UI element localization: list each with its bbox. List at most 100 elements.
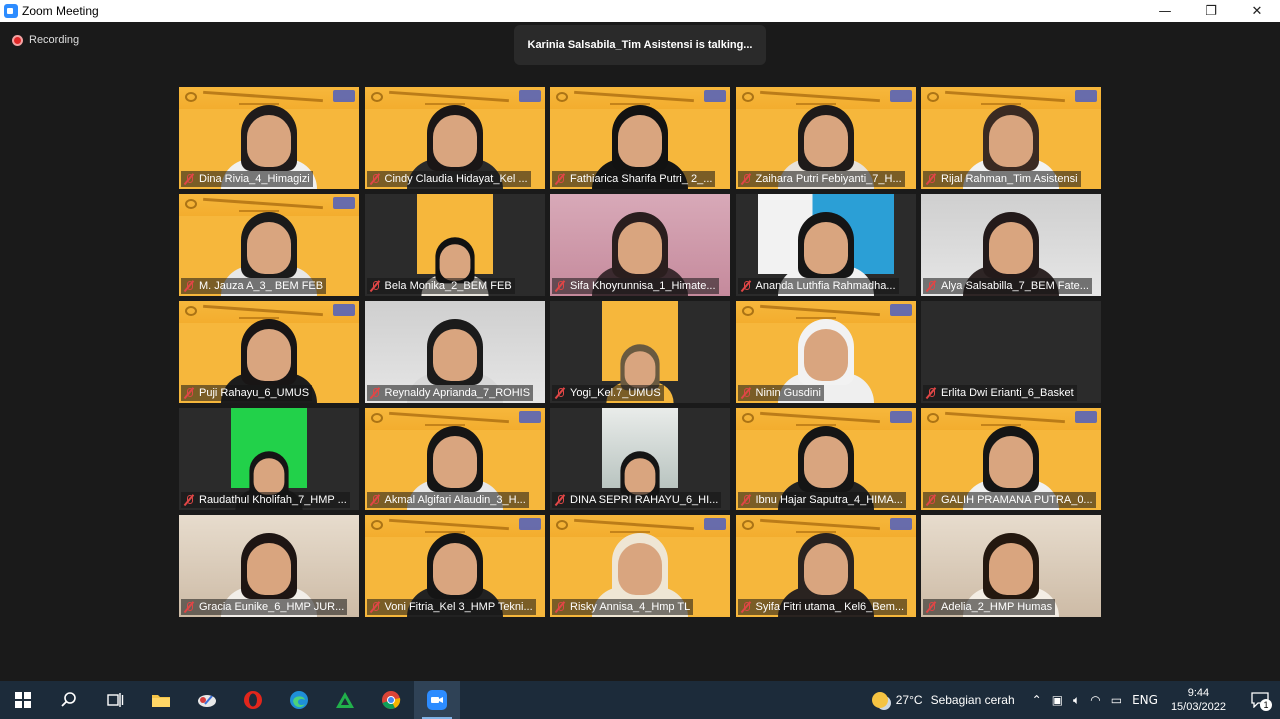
- participant-tile[interactable]: Sifa Khoyrunnisa_1_Himate...: [550, 194, 730, 296]
- participant-tile[interactable]: Dina Rivia_4_Himagizi: [179, 87, 359, 189]
- file-explorer-button[interactable]: [138, 681, 184, 719]
- recording-label: Recording: [29, 34, 80, 46]
- participant-name: Reynaldy Aprianda_7_ROHIS: [384, 387, 531, 399]
- folder-icon: [152, 695, 170, 707]
- participant-tile[interactable]: M. Jauza A_3_ BEM FEB: [179, 194, 359, 296]
- clock-date: 15/03/2022: [1170, 701, 1226, 713]
- participant-name-label: Bela Monika_2_BEM FEB: [366, 278, 515, 294]
- muted-mic-icon: [555, 494, 565, 506]
- muted-mic-icon: [555, 601, 565, 613]
- participant-tile[interactable]: Erlita Dwi Erianti_6_Basket: [921, 301, 1101, 403]
- zoom-app-icon: [4, 4, 18, 18]
- window-title: Zoom Meeting: [22, 4, 99, 18]
- search-icon: [61, 692, 76, 707]
- participant-name: Yogi_Kel.7_UMUS: [570, 387, 661, 399]
- participant-tile[interactable]: Akmal Algifari Alaudin_3_H...: [364, 408, 545, 510]
- search-button[interactable]: [46, 681, 92, 719]
- participant-name: Syifa Fitri utama_ Kel6_Bem...: [755, 601, 905, 613]
- participant-tile[interactable]: Rijal Rahman_Tim Asistensi: [921, 87, 1101, 189]
- participant-tile[interactable]: Ananda Luthfia Rahmadha...: [735, 194, 916, 296]
- clock[interactable]: 9:44 15/03/2022: [1171, 686, 1226, 714]
- participant-name-label: Adelia_2_HMP Humas: [923, 599, 1056, 615]
- task-view-button[interactable]: [92, 681, 138, 719]
- participant-name-label: Erlita Dwi Erianti_6_Basket: [923, 385, 1077, 401]
- muted-mic-icon: [926, 387, 936, 399]
- participant-tile[interactable]: DINA SEPRI RAHAYU_6_HI...: [550, 408, 730, 510]
- participant-name: Adelia_2_HMP Humas: [941, 601, 1053, 613]
- participant-tile[interactable]: Yogi_Kel.7_UMUS: [550, 301, 730, 403]
- display-icon[interactable]: ▭: [1111, 693, 1122, 707]
- participant-tile[interactable]: Gracia Eunike_6_HMP JUR...: [179, 515, 359, 617]
- chrome-button[interactable]: [368, 681, 414, 719]
- muted-mic-icon: [370, 601, 380, 613]
- participant-gallery: Dina Rivia_4_Himagizi Cindy Claudia Hiday…: [179, 87, 1101, 617]
- weather-widget[interactable]: 27°C Sebagian cerah: [871, 692, 1015, 708]
- participant-name-label: Puji Rahayu_6_UMUS: [181, 385, 313, 401]
- participant-name: Cindy Claudia Hidayat_Kel ...: [384, 173, 528, 185]
- system-tray: 27°C Sebagian cerah ⌃ ▣ 🔈︎ ◠ ▭ ENG 9:44 …: [871, 681, 1280, 719]
- participant-tile[interactable]: Ibnu Hajar Saputra_4_HIMA...: [735, 408, 916, 510]
- chevron-up-icon[interactable]: ⌃: [1032, 693, 1042, 707]
- muted-mic-icon: [555, 173, 565, 185]
- recording-dot-icon: [12, 34, 23, 46]
- participant-tile[interactable]: Puji Rahayu_6_UMUS: [179, 301, 359, 403]
- participant-name: Raudathul Kholifah_7_HMP ...: [199, 494, 347, 506]
- participant-name: Fathiarica Sharifa Putri_ 2_...: [570, 173, 713, 185]
- close-button[interactable]: ✕: [1234, 0, 1280, 22]
- participant-name-label: Voni Fitria_Kel 3_HMP Tekni...: [366, 599, 536, 615]
- restore-button[interactable]: ❐: [1188, 0, 1234, 22]
- speaker-icon[interactable]: 🔈︎: [1073, 693, 1080, 708]
- participant-name-label: Zaihara Putri Febiyanti_7_H...: [737, 171, 905, 187]
- green-app-button[interactable]: [322, 681, 368, 719]
- participant-name: Gracia Eunike_6_HMP JUR...: [199, 601, 345, 613]
- participant-name-label: GALIH PRAMANA PUTRA_0...: [923, 492, 1096, 508]
- participant-name: GALIH PRAMANA PUTRA_0...: [941, 494, 1093, 506]
- notification-center-button[interactable]: 1: [1240, 681, 1280, 719]
- participant-name: Erlita Dwi Erianti_6_Basket: [941, 387, 1074, 399]
- start-button[interactable]: [0, 681, 46, 719]
- participant-tile[interactable]: Voni Fitria_Kel 3_HMP Tekni...: [364, 515, 545, 617]
- participant-tile[interactable]: Raudathul Kholifah_7_HMP ...: [179, 408, 359, 510]
- participant-name: Risky Annisa_4_Hmp TL: [570, 601, 691, 613]
- participant-tile[interactable]: Risky Annisa_4_Hmp TL: [550, 515, 730, 617]
- participant-tile[interactable]: Syifa Fitri utama_ Kel6_Bem...: [735, 515, 916, 617]
- weather-condition: Sebagian cerah: [930, 693, 1015, 707]
- edge-button[interactable]: [276, 681, 322, 719]
- participant-tile[interactable]: GALIH PRAMANA PUTRA_0...: [921, 408, 1101, 510]
- muted-mic-icon: [741, 494, 751, 506]
- participant-name-label: Dina Rivia_4_Himagizi: [181, 171, 313, 187]
- recording-indicator[interactable]: Recording: [12, 34, 79, 46]
- cloud-app-button[interactable]: [184, 681, 230, 719]
- participant-tile[interactable]: Bela Monika_2_BEM FEB: [364, 194, 545, 296]
- chrome-icon: [382, 691, 401, 709]
- participant-name: Ninin Gusdini: [755, 387, 821, 399]
- participant-name-label: Risky Annisa_4_Hmp TL: [552, 599, 694, 615]
- participant-name-label: Gracia Eunike_6_HMP JUR...: [181, 599, 348, 615]
- participant-name-label: Cindy Claudia Hidayat_Kel ...: [366, 171, 531, 187]
- muted-mic-icon: [926, 280, 936, 292]
- zoom-taskbar-button[interactable]: [414, 681, 460, 719]
- wifi-icon[interactable]: ◠: [1090, 693, 1100, 707]
- participant-name-label: Alya Salsabilla_7_BEM Fate...: [923, 278, 1092, 294]
- participant-name: Sifa Khoyrunnisa_1_Himate...: [570, 280, 716, 292]
- participant-tile[interactable]: Ninin Gusdini: [735, 301, 916, 403]
- participant-name-label: DINA SEPRI RAHAYU_6_HI...: [552, 492, 722, 508]
- participant-tile[interactable]: Cindy Claudia Hidayat_Kel ...: [364, 87, 545, 189]
- participant-tile[interactable]: Adelia_2_HMP Humas: [921, 515, 1101, 617]
- edge-icon: [290, 691, 308, 709]
- window-controls: — ❐ ✕: [1142, 0, 1280, 22]
- participant-name-label: Sifa Khoyrunnisa_1_Himate...: [552, 278, 719, 294]
- participant-name-label: Yogi_Kel.7_UMUS: [552, 385, 664, 401]
- muted-mic-icon: [555, 387, 565, 399]
- participant-name: Puji Rahayu_6_UMUS: [199, 387, 310, 399]
- participant-tile[interactable]: Fathiarica Sharifa Putri_ 2_...: [550, 87, 730, 189]
- participant-tile[interactable]: Zaihara Putri Febiyanti_7_H...: [735, 87, 916, 189]
- participant-tile[interactable]: Reynaldy Aprianda_7_ROHIS: [364, 301, 545, 403]
- muted-mic-icon: [184, 494, 194, 506]
- language-indicator[interactable]: ENG: [1132, 693, 1158, 707]
- muted-mic-icon: [741, 173, 751, 185]
- opera-button[interactable]: [230, 681, 276, 719]
- participant-tile[interactable]: Alya Salsabilla_7_BEM Fate...: [921, 194, 1101, 296]
- minimize-button[interactable]: —: [1142, 0, 1188, 22]
- meet-now-icon[interactable]: ▣: [1052, 693, 1063, 707]
